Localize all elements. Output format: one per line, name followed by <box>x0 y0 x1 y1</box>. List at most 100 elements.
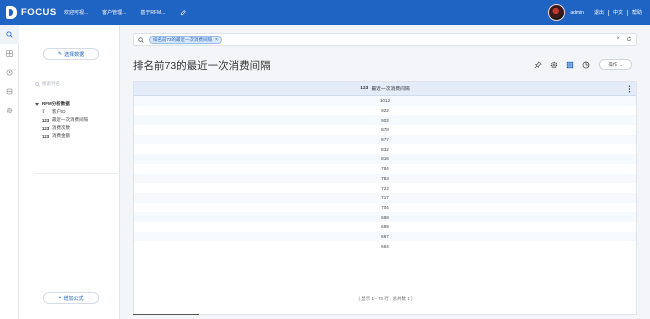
table-row[interactable]: 1012 <box>134 96 636 106</box>
logo-text: FOCUS <box>21 7 57 18</box>
logout-link[interactable]: 退出 <box>594 9 604 16</box>
query-bar[interactable]: 排名前73的最近一次消费间隔 × × <box>133 33 637 46</box>
top-bar: FOCUS 欢迎可视... 客户管理... 基于RFM... admin 退出 … <box>0 0 650 25</box>
field-item[interactable]: 123 最近一次消费间隔 <box>42 116 88 124</box>
nav-divider <box>607 9 609 16</box>
table-name: RFM分析数据 <box>42 101 70 106</box>
top-nav: 欢迎可视... 客户管理... 基于RFM... <box>64 0 187 25</box>
table-row[interactable]: 922 <box>134 106 636 116</box>
table-cell: 699 <box>381 214 389 220</box>
row-count-note: ( 显示 1 - 73 行 , 总共数 1 ) <box>358 296 413 301</box>
view-toolbar: 操作 ⌄ <box>531 58 632 71</box>
select-data-button[interactable]: ✎ 选择数据 <box>43 48 99 60</box>
add-formula-button[interactable]: + 增加公式 <box>43 292 99 304</box>
settings-button[interactable] <box>547 58 560 71</box>
more-options-icon[interactable] <box>628 85 631 95</box>
field-item[interactable]: 123 消费次数 <box>42 124 88 132</box>
table-row[interactable]: 704 <box>134 203 636 213</box>
table-row[interactable]: 902 <box>134 115 636 126</box>
pin-icon <box>534 60 542 68</box>
add-formula-label: 增加公式 <box>63 295 84 302</box>
table-cell: 878 <box>381 127 389 133</box>
logo[interactable]: FOCUS <box>6 6 57 19</box>
search-placeholder: 搜索列名 <box>42 81 60 86</box>
select-data-label: 选择数据 <box>64 51 85 58</box>
table-cell: 877 <box>381 137 389 143</box>
table-row[interactable]: 784 <box>134 164 636 174</box>
table-row[interactable]: 699 <box>134 212 636 222</box>
table-row[interactable]: 717 <box>134 192 636 203</box>
refresh-icon[interactable] <box>626 36 632 42</box>
rail-search-button[interactable] <box>0 25 19 44</box>
panel-divider <box>35 173 117 174</box>
text-type-icon: T <box>42 109 45 115</box>
icon-rail <box>0 25 19 319</box>
table-icon <box>566 61 573 68</box>
result-table: 123 最近一次消费间隔 1012 922 902 878 877 832 816 784 78… <box>133 81 637 315</box>
rail-database-button[interactable] <box>0 82 19 101</box>
operations-button[interactable]: 操作 ⌄ <box>599 59 632 70</box>
column-header[interactable]: 123 最近一次消费间隔 <box>134 82 636 96</box>
field-tree: RFM分析数据 T 客户ID 123 最近一次消费间隔 123 消费次数 123… <box>35 100 88 140</box>
clear-query-icon[interactable]: × <box>616 36 620 42</box>
main-area: 排名前73的最近一次消费间隔 × × 排名前73的最近一次消费间隔 操作 ⌄ 1… <box>121 25 650 319</box>
rail-settings-button[interactable] <box>0 101 19 120</box>
rail-history-button[interactable] <box>0 63 19 82</box>
operations-label: 操作 <box>608 61 618 67</box>
bottom-divider <box>133 314 199 315</box>
chip-remove-icon[interactable]: × <box>215 37 218 43</box>
table-row[interactable]: 667 <box>134 231 636 242</box>
query-chip-label: 排名前73的最近一次消费间隔 <box>153 36 213 42</box>
rail-grid-button[interactable] <box>0 44 19 63</box>
avatar[interactable] <box>548 4 566 21</box>
number-type-icon: 123 <box>42 125 50 131</box>
table-row[interactable]: 783 <box>134 173 636 184</box>
history-icon <box>6 69 13 76</box>
table-row[interactable]: 689 <box>134 222 636 232</box>
table-node[interactable]: RFM分析数据 <box>35 100 88 108</box>
chevron-down-icon: ⌄ <box>619 62 623 67</box>
table-row[interactable]: 816 <box>134 154 636 164</box>
settings-icon <box>6 107 13 114</box>
field-name: 最近一次消费间隔 <box>52 117 88 122</box>
field-name: 消费次数 <box>52 125 70 130</box>
table-cell: 722 <box>381 185 389 191</box>
column-header-label: 最近一次消费间隔 <box>371 87 410 92</box>
search-icon <box>138 36 144 43</box>
table-row[interactable]: 664 <box>134 241 636 251</box>
chart-view-button[interactable] <box>579 58 592 71</box>
table-cell: 717 <box>381 195 389 201</box>
field-item[interactable]: 123 消费金额 <box>42 132 88 140</box>
column-search-input[interactable]: 搜索列名 <box>35 79 113 89</box>
grid-icon <box>6 50 13 57</box>
table-cell: 664 <box>381 243 389 249</box>
data-panel: ✎ 选择数据 搜索列名 RFM分析数据 T 客户ID 123 最近一次消费间隔 … <box>19 25 120 319</box>
number-type-icon: 123 <box>42 133 50 139</box>
link-icon: ✎ <box>57 51 63 57</box>
nav-item-customer-management[interactable]: 客户管理... <box>102 9 126 16</box>
field-name: 消费金额 <box>52 133 70 138</box>
caret-down-icon <box>35 102 39 106</box>
number-type-icon: 123 <box>42 117 50 123</box>
table-view-button[interactable] <box>563 58 576 71</box>
nav-item-welcome[interactable]: 欢迎可视... <box>64 9 88 16</box>
language-link[interactable]: 中文 <box>613 9 623 16</box>
help-link[interactable]: 帮助 <box>632 9 642 16</box>
edit-icon[interactable] <box>179 9 187 17</box>
pie-chart-icon <box>582 61 589 68</box>
gear-icon <box>550 61 557 68</box>
plus-icon: + <box>58 295 62 301</box>
table-row[interactable]: 878 <box>134 125 636 135</box>
nav-item-rfm[interactable]: 基于RFM... <box>140 9 165 16</box>
page-title: 排名前73的最近一次消费间隔 <box>133 60 271 72</box>
user-name[interactable]: admin <box>570 10 584 16</box>
logo-mark-icon <box>6 6 17 19</box>
field-item[interactable]: T 客户ID <box>42 108 88 116</box>
query-chip[interactable]: 排名前73的最近一次消费间隔 × <box>149 35 222 44</box>
table-row[interactable]: 722 <box>134 183 636 193</box>
table-row[interactable]: 832 <box>134 144 636 154</box>
table-cell: 784 <box>381 166 389 172</box>
database-icon <box>6 88 13 95</box>
pin-button[interactable] <box>531 58 544 71</box>
table-row[interactable]: 877 <box>134 134 636 145</box>
